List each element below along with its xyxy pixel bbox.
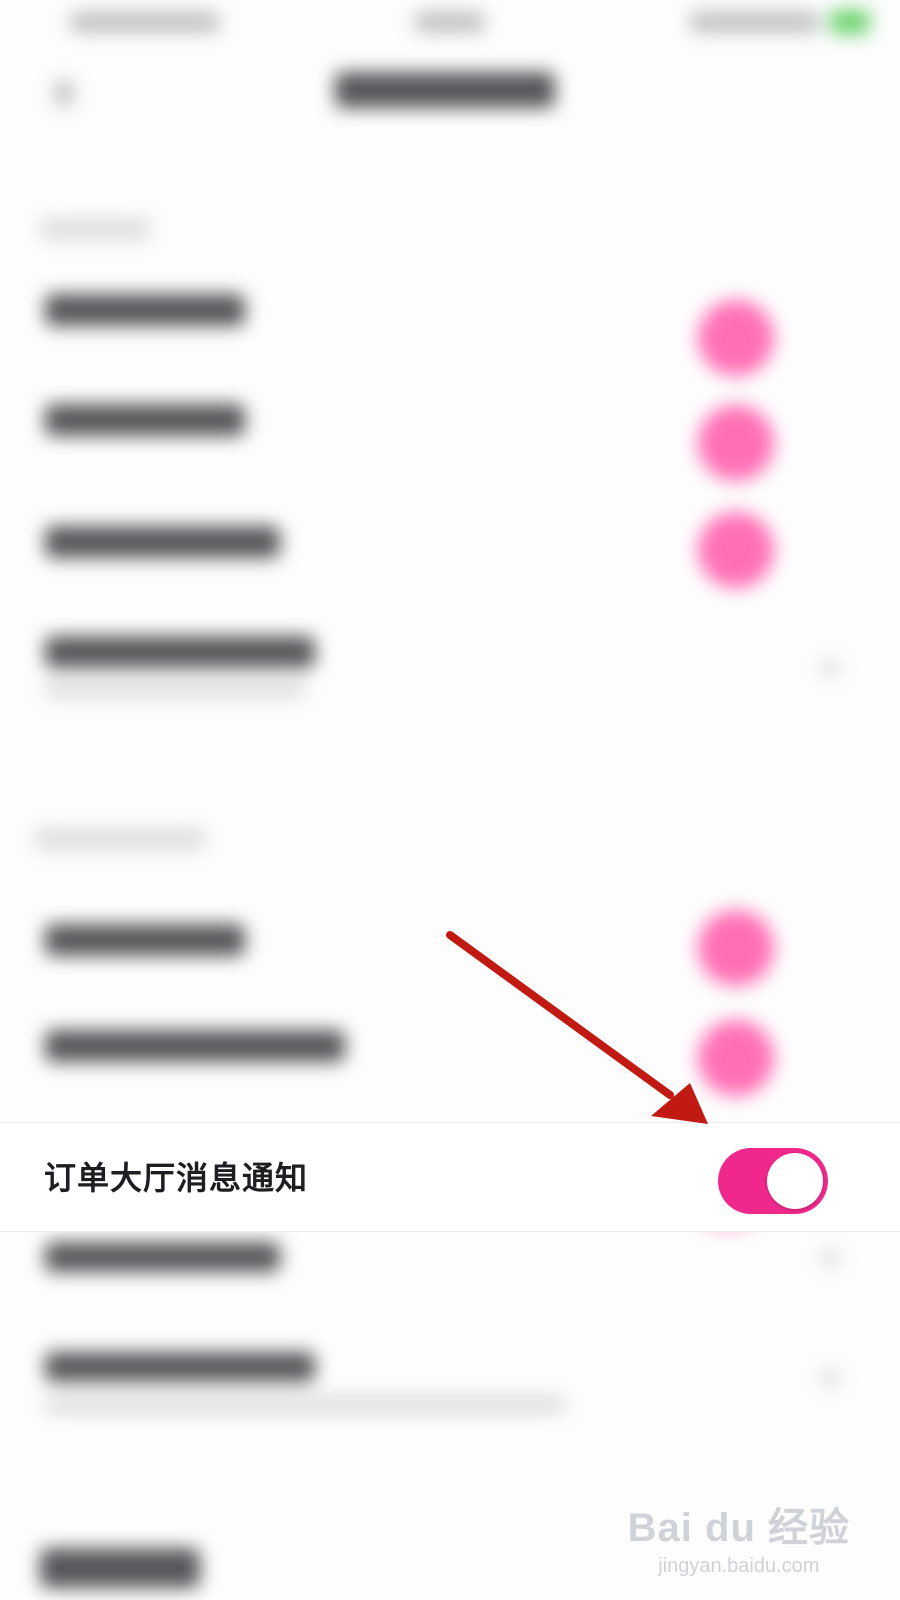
watermark-logo: Bai du 经验 [627, 1506, 850, 1550]
blurred-background [0, 0, 900, 1600]
watermark-url: jingyan.baidu.com [658, 1555, 820, 1577]
notification-toggle[interactable] [718, 1148, 828, 1214]
toggle-knob [767, 1153, 823, 1209]
setting-label: 订单大厅消息通知 [44, 1159, 309, 1197]
order-hall-notification-row: 订单大厅消息通知 [0, 1122, 900, 1232]
baidu-jingyan-watermark: Bai du 经验 jingyan.baidu.com [628, 1495, 850, 1578]
